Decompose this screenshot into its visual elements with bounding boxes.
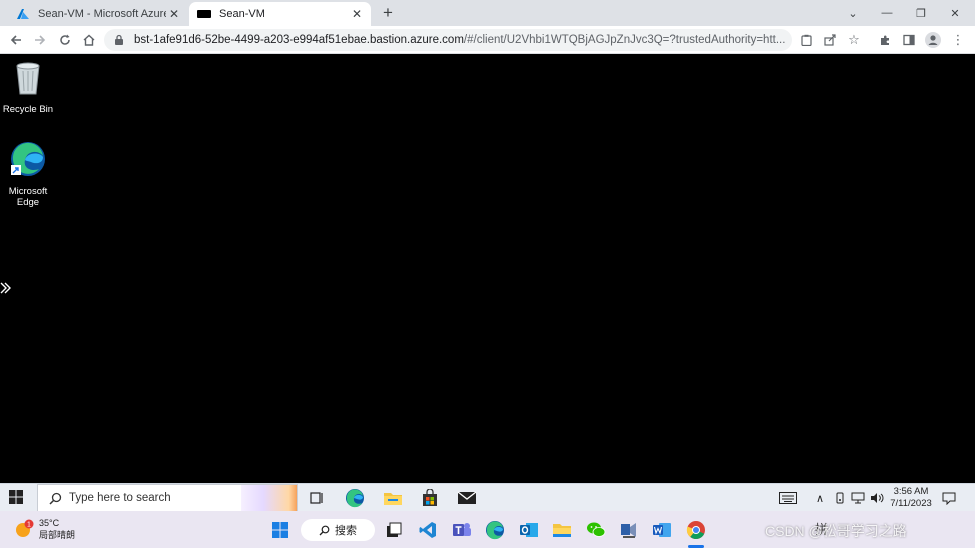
share-icon[interactable] <box>820 30 840 50</box>
teams-icon[interactable] <box>449 517 475 543</box>
forward-button[interactable] <box>30 30 50 50</box>
browser-tab-strip: Sean-VM - Microsoft Azure ✕ Sean-VM ✕ + … <box>0 0 975 26</box>
chrome-icon[interactable] <box>683 517 709 543</box>
extensions-icon[interactable] <box>875 30 895 50</box>
desktop-icon-edge[interactable]: Microsoft Edge <box>0 140 58 208</box>
back-button[interactable] <box>6 30 26 50</box>
csdn-watermark: CSDN @松哥学习之路 <box>765 523 907 539</box>
weather-widget[interactable]: 1 35°C 局部晴朗 <box>14 517 75 541</box>
task-view-icon[interactable] <box>381 517 407 543</box>
tab-search-chevron-icon[interactable]: ⌄ <box>836 0 870 26</box>
weather-sun-icon: 1 <box>14 519 34 539</box>
vscode-icon[interactable] <box>415 517 441 543</box>
tab-title: Sean-VM - Microsoft Azure <box>38 8 166 20</box>
lock-icon[interactable] <box>114 34 126 46</box>
tab-title: Sean-VM <box>219 8 265 20</box>
word-icon[interactable] <box>649 517 675 543</box>
task-view-icon[interactable] <box>305 487 329 509</box>
edge-icon <box>9 140 47 183</box>
vm-terminal-icon <box>197 8 211 20</box>
volume-icon[interactable] <box>870 484 884 512</box>
search-icon <box>48 491 62 505</box>
vm-taskbar: Type here to search ∧ 3:56 AM 7/11/2023 <box>0 483 975 512</box>
desktop-icon-label: Recycle Bin <box>2 104 54 115</box>
outlook-icon[interactable] <box>516 517 542 543</box>
host-search-button[interactable]: 搜索 <box>301 519 375 541</box>
edge-icon[interactable] <box>343 487 367 509</box>
search-placeholder: Type here to search <box>69 492 171 504</box>
azure-icon <box>16 8 30 20</box>
vm-time: 3:56 AM <box>893 486 929 497</box>
search-highlight-art <box>241 485 297 511</box>
windows-logo-icon <box>272 522 288 538</box>
bookmark-star-icon[interactable]: ☆ <box>844 30 864 50</box>
wechat-icon[interactable] <box>583 517 609 543</box>
touch-keyboard-icon[interactable] <box>779 484 797 512</box>
weather-desc: 局部晴朗 <box>39 530 76 540</box>
vm-start-button[interactable] <box>8 489 26 507</box>
tab-azure-portal[interactable]: Sean-VM - Microsoft Azure ✕ <box>8 2 188 26</box>
close-tab-icon[interactable]: ✕ <box>349 6 365 22</box>
url-host: bst-1afe91d6-52be-4499-a203-e994af51ebae… <box>134 34 464 46</box>
browser-toolbar: bst-1afe91d6-52be-4499-a203-e994af51ebae… <box>0 26 975 54</box>
desktop-icon-label: Microsoft Edge <box>8 186 48 208</box>
vm-date: 7/11/2023 <box>890 498 932 509</box>
store-icon[interactable] <box>418 487 442 509</box>
bastion-sidebar-toggle-icon[interactable] <box>0 282 14 296</box>
desktop-icon-recycle-bin[interactable]: Recycle Bin <box>0 60 58 115</box>
url-text: bst-1afe91d6-52be-4499-a203-e994af51ebae… <box>134 34 785 46</box>
screen: Sean-VM - Microsoft Azure ✕ Sean-VM ✕ + … <box>0 0 975 548</box>
windows-logo-icon <box>9 490 23 504</box>
more-menu-icon[interactable]: ⋮ <box>948 30 968 50</box>
clipboard-icon[interactable] <box>796 30 816 50</box>
notifications-icon[interactable] <box>942 484 956 512</box>
search-icon <box>319 525 330 536</box>
file-explorer-icon[interactable] <box>381 487 405 509</box>
file-explorer-icon[interactable] <box>549 517 575 543</box>
url-path: /#/client/U2Vhbi1WTQBjAGJpZnJvc3Q=?trust… <box>463 34 786 46</box>
host-start-button[interactable] <box>267 517 293 543</box>
address-bar[interactable]: bst-1afe91d6-52be-4499-a203-e994af51ebae… <box>104 29 792 51</box>
recycle-bin-icon <box>11 60 45 101</box>
profile-avatar-icon[interactable] <box>923 30 943 50</box>
close-window-button[interactable]: ✕ <box>938 0 972 26</box>
network-tool-icon[interactable] <box>616 517 642 543</box>
side-panel-icon[interactable] <box>899 30 919 50</box>
new-tab-button[interactable]: + <box>378 3 398 22</box>
close-tab-icon[interactable]: ✕ <box>166 6 182 22</box>
host-search-label: 搜索 <box>335 525 357 537</box>
vm-tray-device-icon[interactable] <box>834 484 846 512</box>
tab-sean-vm[interactable]: Sean-VM ✕ <box>189 2 371 26</box>
remote-desktop[interactable]: Recycle Bin Microsoft Edge <box>0 54 975 483</box>
show-hidden-icons-chevron-icon[interactable]: ∧ <box>816 484 824 512</box>
svg-text:1: 1 <box>27 522 31 529</box>
vm-clock[interactable]: 3:56 AM 7/11/2023 <box>886 486 936 510</box>
vm-search-box[interactable]: Type here to search <box>37 484 298 512</box>
restore-button[interactable]: ❐ <box>904 0 938 26</box>
home-button[interactable] <box>79 30 99 50</box>
edge-icon[interactable] <box>482 517 508 543</box>
reload-button[interactable] <box>55 30 75 50</box>
mail-icon[interactable] <box>455 487 479 509</box>
network-icon[interactable] <box>851 484 865 512</box>
minimize-button[interactable]: — <box>870 0 904 26</box>
weather-temp: 35°C <box>39 518 60 528</box>
host-taskbar: 1 35°C 局部晴朗 搜索 拼 CSDN @松哥学习之路 <box>0 511 975 548</box>
